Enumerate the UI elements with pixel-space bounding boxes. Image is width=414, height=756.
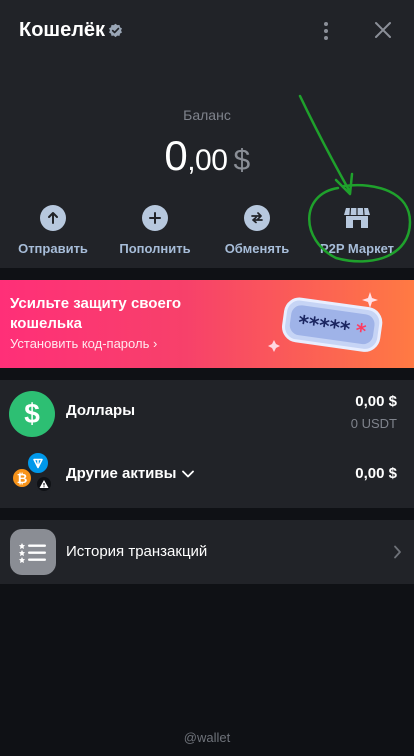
security-banner[interactable]: Усильте защиту своего кошелька Установит…	[0, 280, 414, 368]
asset-amount: 0,00 $	[355, 465, 397, 482]
page-title: Кошелёк	[19, 19, 123, 42]
history-label: История транзакций	[66, 543, 208, 560]
balance-integer: 0	[164, 132, 188, 179]
close-icon[interactable]	[372, 19, 394, 41]
multi-coin-icon: ₿	[11, 451, 53, 493]
balance-label: Баланс	[183, 107, 231, 123]
send-button[interactable]: Отправить	[3, 205, 103, 256]
arrow-up-icon	[40, 205, 66, 231]
swap-button[interactable]: Обменять	[207, 205, 307, 256]
top-bar: Кошелёк	[0, 0, 414, 62]
balance-amount: 0,00 $	[0, 132, 414, 180]
assets-list: $ Доллары 0,00 $ 0 USDT Другие активы 0,…	[0, 380, 414, 508]
balance-currency: $	[233, 144, 250, 177]
swap-label: Обменять	[224, 241, 290, 256]
chevron-right-icon	[394, 545, 401, 559]
chevron-down-icon	[182, 470, 195, 477]
footer-handle: @wallet	[183, 730, 231, 745]
other-assets-toggle[interactable]: Другие активы	[66, 465, 195, 482]
p2p-market-button[interactable]: P2P Маркет	[307, 205, 407, 256]
page-title-text: Кошелёк	[19, 19, 106, 41]
set-passcode-link[interactable]: Установить код-пароль ›	[10, 336, 157, 351]
send-label: Отправить	[18, 241, 88, 256]
set-passcode-label: Установить код-пароль	[10, 336, 150, 351]
asset-sub-amount: 0 USDT	[350, 416, 397, 431]
more-menu-icon[interactable]	[316, 20, 336, 42]
store-icon	[343, 205, 371, 231]
list-icon	[10, 529, 56, 575]
asset-amount: 0,00 $	[355, 393, 397, 410]
plus-icon	[142, 205, 168, 231]
asset-name: Доллары	[66, 402, 136, 419]
swap-icon	[244, 205, 270, 231]
chevron-right-icon: ›	[152, 336, 158, 351]
transaction-history-row[interactable]: История транзакций	[0, 520, 414, 584]
top-up-button[interactable]: Пополнить	[105, 205, 205, 256]
balance-decimal: ,00	[187, 144, 228, 177]
wallet-header: Кошелёк Баланс 0,00 $ Отправить Пополнить…	[0, 0, 414, 268]
top-up-label: Пополнить	[119, 241, 191, 256]
asset-name: Другие активы	[66, 465, 177, 482]
dollar-icon: $	[9, 391, 55, 437]
asset-row-dollars[interactable]: $ Доллары 0,00 $ 0 USDT	[0, 380, 414, 444]
verified-badge-icon	[109, 23, 123, 38]
p2p-market-label: P2P Маркет	[319, 241, 395, 256]
passcode-illustration: ***** *	[268, 292, 383, 352]
bitcoin-icon: ₿	[11, 467, 33, 489]
asset-row-other[interactable]: Другие активы 0,00 $	[0, 444, 414, 508]
banner-title: Усильте защиту своего кошелька	[10, 295, 182, 332]
warning-coin-icon	[35, 475, 53, 493]
